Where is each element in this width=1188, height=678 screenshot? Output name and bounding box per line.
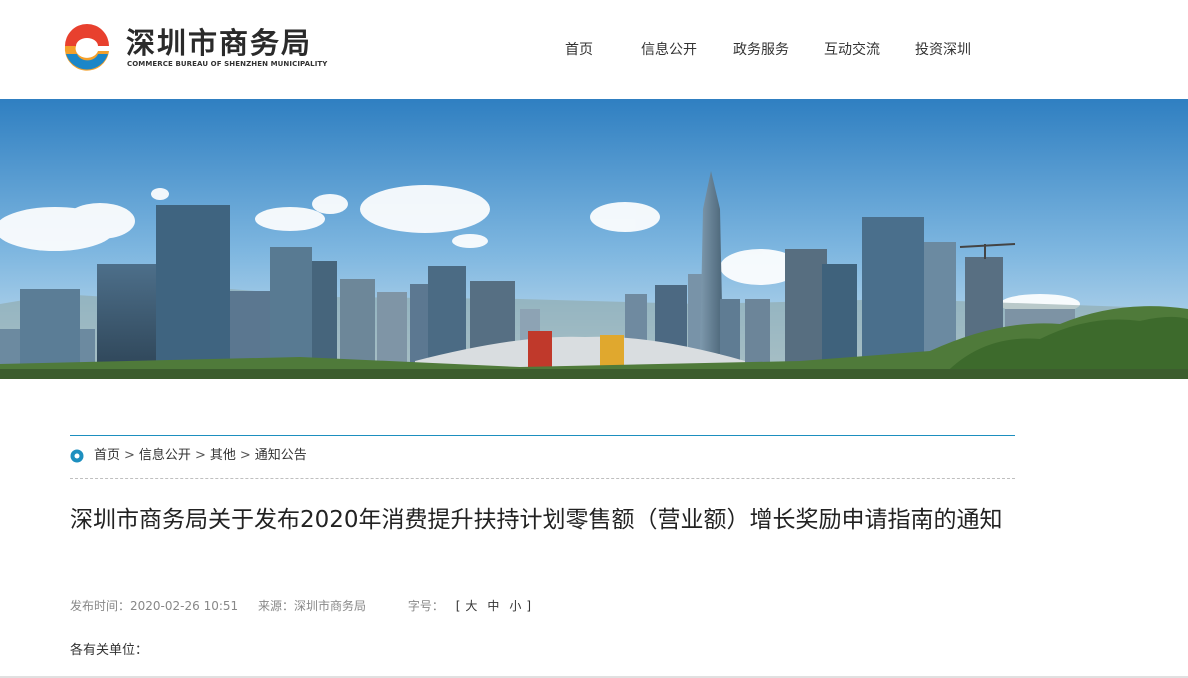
city-skyline-banner: [0, 99, 1188, 379]
article-title: 深圳市商务局关于发布2020年消费提升扶持计划零售额（营业额）增长奖励申请指南的…: [70, 507, 1003, 533]
publish-time: 2020-02-26 10:51: [130, 599, 239, 613]
logo-title: 深圳市商务局: [126, 26, 313, 60]
font-size-bracket-open: [: [455, 599, 461, 613]
breadcrumb-separator: >: [239, 448, 251, 463]
source-label: 来源：: [257, 599, 294, 613]
nav-home[interactable]: 首页: [565, 40, 593, 60]
font-size-label: 字号：: [407, 599, 444, 613]
font-size-bracket-close: ]: [526, 599, 532, 613]
breadcrumb: 首页 > 信息公开 > 其他 > 通知公告: [70, 435, 1015, 479]
location-dot-icon: [70, 449, 84, 463]
breadcrumb-home[interactable]: 首页: [94, 448, 120, 463]
breadcrumb-other[interactable]: 其他: [210, 448, 236, 463]
breadcrumb-notices[interactable]: 通知公告: [255, 448, 307, 463]
breadcrumb-separator: >: [124, 448, 135, 463]
nav-gov-services[interactable]: 政务服务: [733, 40, 789, 60]
publish-time-label: 发布时间：: [70, 599, 131, 613]
article-greeting: 各有关单位：: [70, 643, 149, 658]
font-size-medium-button[interactable]: 中: [487, 598, 499, 614]
breadcrumb-trail: 首页 > 信息公开 > 其他 > 通知公告: [94, 447, 307, 465]
font-size-small-button[interactable]: 小: [509, 598, 521, 614]
site-logo[interactable]: 深圳市商务局 COMMERCE BUREAU OF SHENZHEN MUNIC…: [62, 24, 327, 76]
article-meta: 发布时间：2020-02-26 10:51 来源：深圳市商务局 字号： [ 大中小…: [70, 598, 531, 614]
logo-emblem-icon: [63, 24, 111, 73]
breadcrumb-separator: >: [194, 448, 206, 463]
breadcrumb-info-disclosure[interactable]: 信息公开: [139, 448, 191, 463]
skyline-image: [0, 99, 1188, 379]
nav-interaction[interactable]: 互动交流: [824, 40, 880, 60]
source-value: 深圳市商务局: [294, 599, 367, 613]
logo-subtitle: COMMERCE BUREAU OF SHENZHEN MUNICIPALITY: [127, 60, 328, 68]
nav-info-disclosure[interactable]: 信息公开: [641, 40, 697, 60]
site-header: 深圳市商务局 COMMERCE BUREAU OF SHENZHEN MUNIC…: [0, 0, 1188, 99]
nav-invest-shenzhen[interactable]: 投资深圳: [915, 40, 971, 60]
font-size-large-button[interactable]: 大: [465, 598, 477, 614]
